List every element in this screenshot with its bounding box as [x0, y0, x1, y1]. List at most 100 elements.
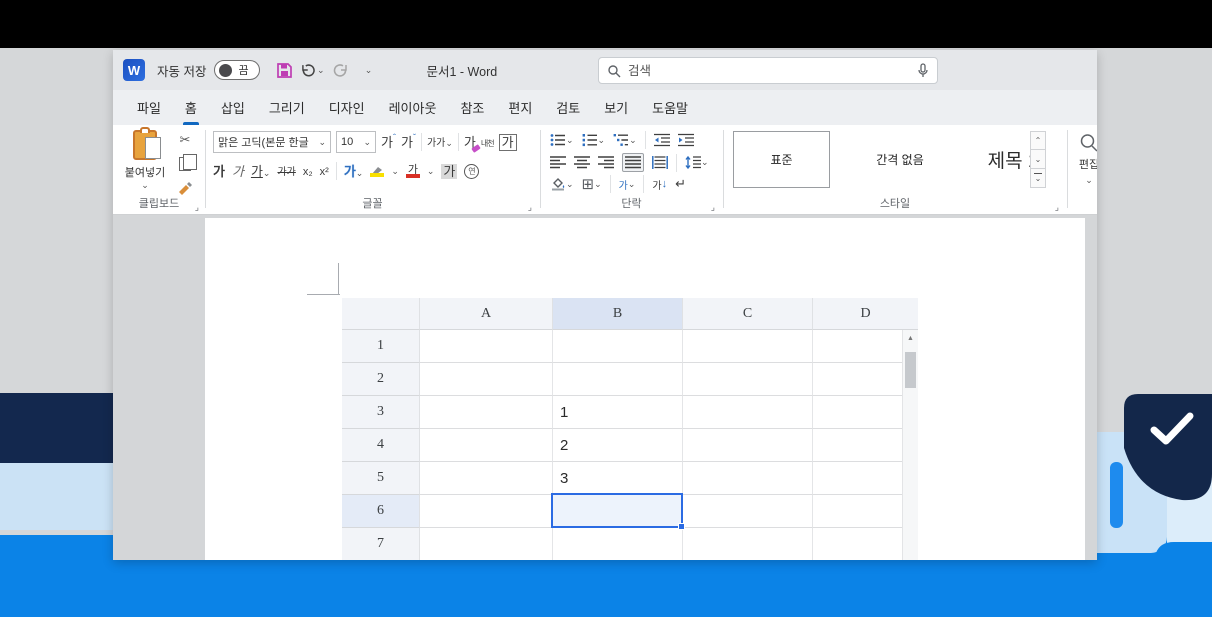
style-heading1[interactable]: 제목 1: [960, 131, 1066, 188]
text-effects-button[interactable]: 가⌄: [344, 161, 364, 181]
bullets-button[interactable]: ⌄: [550, 133, 574, 147]
decrease-indent-button[interactable]: [654, 133, 670, 147]
cell-A5[interactable]: [420, 462, 553, 495]
font-name-combobox[interactable]: 맑은 고딕(본문 한글 ⌄: [213, 131, 331, 153]
copy-button[interactable]: [175, 155, 195, 173]
row-header-3[interactable]: 3: [342, 396, 420, 429]
tab-file[interactable]: 파일: [125, 90, 173, 125]
cell-B4[interactable]: 2: [553, 429, 683, 462]
column-header-B[interactable]: B: [553, 298, 683, 330]
grow-font-button[interactable]: 가ˆ: [381, 132, 396, 152]
undo-button[interactable]: ⌄: [300, 58, 324, 82]
scrollbar-thumb[interactable]: [905, 352, 916, 388]
strikethrough-button[interactable]: 가가: [277, 162, 295, 180]
highlight-color-button[interactable]: [370, 165, 384, 177]
cell-B2[interactable]: [553, 363, 683, 396]
row-header-2[interactable]: 2: [342, 363, 420, 396]
row-header-1[interactable]: 1: [342, 330, 420, 363]
cell-B5[interactable]: 3: [553, 462, 683, 495]
column-header-D[interactable]: D: [813, 298, 918, 330]
word-app-icon[interactable]: W: [123, 59, 145, 81]
cell-C4[interactable]: [683, 429, 813, 462]
distribute-button[interactable]: [652, 156, 668, 169]
cell-C7[interactable]: [683, 528, 813, 560]
cell-B1[interactable]: [553, 330, 683, 363]
fill-handle[interactable]: [678, 523, 685, 530]
cell-A3[interactable]: [420, 396, 553, 429]
cell-C5[interactable]: [683, 462, 813, 495]
row-header-6[interactable]: 6: [342, 495, 420, 528]
cell-A2[interactable]: [420, 363, 553, 396]
column-header-C[interactable]: C: [683, 298, 813, 330]
asian-layout-button[interactable]: 가 ⌄: [619, 177, 636, 192]
select-all-corner[interactable]: [342, 298, 420, 330]
tab-draw[interactable]: 그리기: [257, 90, 317, 125]
shading-button[interactable]: ⌄: [550, 177, 574, 191]
increase-indent-button[interactable]: [678, 133, 694, 147]
row-header-7[interactable]: 7: [342, 528, 420, 560]
row-header-5[interactable]: 5: [342, 462, 420, 495]
enclose-characters-button[interactable]: 연: [464, 164, 479, 179]
multilevel-list-button[interactable]: ⌄: [613, 133, 637, 147]
phonetic-guide-button[interactable]: 내천: [481, 133, 494, 151]
tab-references[interactable]: 참조: [448, 90, 496, 125]
clipboard-dialog-launcher[interactable]: ⌟: [195, 203, 199, 212]
redo-button[interactable]: [328, 58, 352, 82]
embedded-spreadsheet[interactable]: A B C D 1 2: [342, 298, 918, 560]
show-marks-button[interactable]: ↵: [675, 177, 686, 192]
justify-button[interactable]: [622, 153, 644, 172]
cell-B3[interactable]: 1: [553, 396, 683, 429]
line-spacing-button[interactable]: ⌄: [685, 156, 709, 169]
styles-gallery-more-button[interactable]: ⌄: [1030, 169, 1046, 188]
paste-button[interactable]: 붙여넣기 ⌄: [119, 130, 171, 192]
cell-A6[interactable]: [420, 495, 553, 528]
numbering-button[interactable]: ⌄: [582, 133, 606, 147]
column-header-A[interactable]: A: [420, 298, 553, 330]
cell-C1[interactable]: [683, 330, 813, 363]
borders-button[interactable]: ⊞ ⌄: [582, 175, 602, 193]
tab-home[interactable]: 홈: [173, 90, 209, 125]
character-shading-button[interactable]: 가: [441, 161, 457, 181]
cell-C3[interactable]: [683, 396, 813, 429]
cell-C2[interactable]: [683, 363, 813, 396]
shrink-font-button[interactable]: 가ˇ: [401, 132, 416, 152]
cell-A7[interactable]: [420, 528, 553, 560]
search-box[interactable]: [598, 57, 938, 84]
sort-button[interactable]: 가 ↓: [652, 177, 667, 192]
cell-A1[interactable]: [420, 330, 553, 363]
chevron-down-icon[interactable]: ⌄: [427, 166, 435, 177]
styles-dialog-launcher[interactable]: ⌟: [1055, 203, 1059, 212]
superscript-button[interactable]: x²: [320, 162, 329, 180]
scroll-up-button[interactable]: ▲: [903, 330, 918, 346]
align-left-button[interactable]: [550, 156, 566, 169]
microphone-icon[interactable]: [917, 63, 929, 78]
document-page[interactable]: A B C D 1 2: [205, 218, 1085, 560]
tab-help[interactable]: 도움말: [640, 90, 700, 125]
tab-layout[interactable]: 레이아웃: [377, 90, 449, 125]
font-size-combobox[interactable]: 10 ⌄: [336, 131, 376, 153]
cell-C6[interactable]: [683, 495, 813, 528]
styles-scroll-down-button[interactable]: ⌄: [1030, 150, 1046, 169]
tab-design[interactable]: 디자인: [317, 90, 377, 125]
tab-view[interactable]: 보기: [592, 90, 640, 125]
italic-button[interactable]: 가: [232, 161, 244, 181]
styles-scroll-up-button[interactable]: ⌃: [1030, 131, 1046, 150]
chevron-down-icon[interactable]: ⌄: [391, 166, 399, 177]
font-dialog-launcher[interactable]: ⌟: [528, 203, 532, 212]
character-border-button[interactable]: 가: [499, 132, 517, 152]
cut-button[interactable]: ✂: [175, 131, 195, 149]
customize-qat-button[interactable]: ⌄: [356, 58, 380, 82]
font-color-button[interactable]: 가: [406, 165, 420, 178]
editing-group[interactable]: 편집 ⌄: [1067, 125, 1097, 215]
selected-cell-B6[interactable]: [551, 493, 683, 528]
style-normal[interactable]: 표준: [733, 131, 830, 188]
align-right-button[interactable]: [598, 156, 614, 169]
style-no-spacing[interactable]: 간격 없음: [845, 131, 955, 188]
clear-formatting-button[interactable]: 가: [464, 132, 476, 152]
align-center-button[interactable]: [574, 156, 590, 169]
underline-button[interactable]: 가⌄: [251, 161, 271, 181]
autosave-toggle[interactable]: 끔: [214, 60, 260, 80]
search-input[interactable]: [628, 64, 917, 78]
row-header-4[interactable]: 4: [342, 429, 420, 462]
cell-B7[interactable]: [553, 528, 683, 560]
